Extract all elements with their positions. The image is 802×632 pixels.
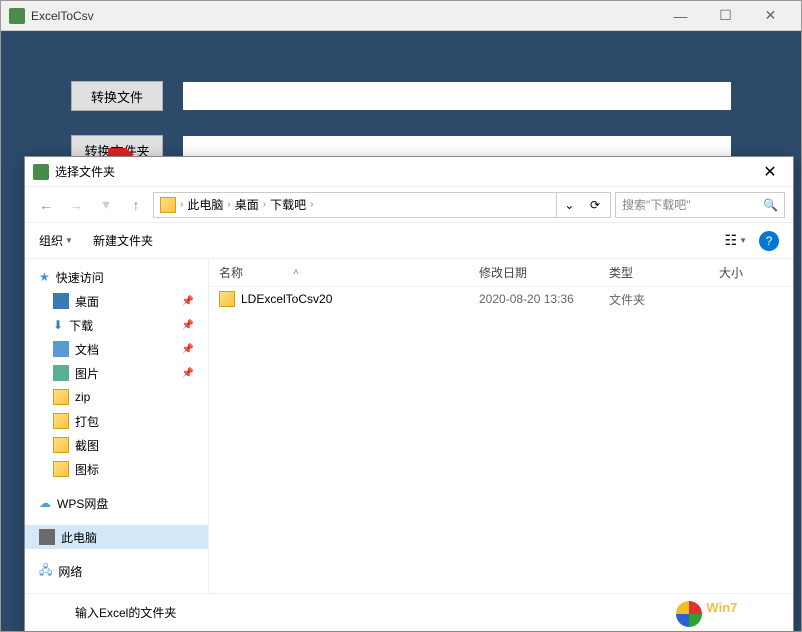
sidebar-item-downloads[interactable]: ⬇ 下载 📌 <box>25 313 208 337</box>
search-icon: 🔍 <box>763 198 778 212</box>
dialog-titlebar: 选择文件夹 ✕ <box>25 157 793 187</box>
cloud-icon: ☁ <box>39 496 51 510</box>
folder-icon <box>53 413 69 429</box>
chevron-down-icon: ▼ <box>65 236 73 245</box>
chevron-right-icon: › <box>227 199 230 210</box>
nav-forward-button[interactable]: → <box>63 192 89 218</box>
watermark: Win7系统之家 Www.Winwin7.com <box>676 600 792 628</box>
folder-icon <box>53 461 69 477</box>
nav-recent-button[interactable]: ▾ <box>93 192 119 218</box>
file-date: 2020-08-20 13:36 <box>469 292 599 306</box>
address-bar[interactable]: › 此电脑 › 桌面 › 下载吧 › ⌄ ⟳ <box>153 192 611 218</box>
pin-icon: 📌 <box>182 320 194 331</box>
sidebar-wps[interactable]: ☁ WPS网盘 <box>25 491 208 515</box>
sidebar-item-folder[interactable]: 图标 <box>25 457 208 481</box>
chevron-down-icon: ▼ <box>739 236 747 245</box>
app-body: 转换文件 转换文件夹 <box>1 31 801 165</box>
dialog-main: ★ 快速访问 桌面 📌 ⬇ 下载 📌 文档 📌 图片 📌 <box>25 259 793 593</box>
close-button[interactable]: ✕ <box>748 2 793 30</box>
sidebar-this-pc[interactable]: 此电脑 <box>25 525 208 549</box>
nav-up-button[interactable]: ↑ <box>123 192 149 218</box>
convert-file-row: 转换文件 <box>71 81 731 111</box>
window-controls: — ☐ ✕ <box>658 2 793 30</box>
dialog-icon <box>33 164 49 180</box>
breadcrumb-item[interactable]: 此电脑 <box>187 196 223 213</box>
sidebar-network[interactable]: 🖧 网络 <box>25 559 208 583</box>
file-path-input[interactable] <box>183 82 731 110</box>
maximize-button[interactable]: ☐ <box>703 2 748 30</box>
document-icon <box>53 341 69 357</box>
app-title: ExcelToCsv <box>31 9 658 23</box>
breadcrumb-item[interactable]: 下载吧 <box>270 196 306 213</box>
sort-indicator-icon: ˄ <box>293 267 299 278</box>
dialog-nav: ← → ▾ ↑ › 此电脑 › 桌面 › 下载吧 › ⌄ ⟳ 搜索"下载吧" 🔍 <box>25 187 793 223</box>
sidebar-item-desktop[interactable]: 桌面 📌 <box>25 289 208 313</box>
folder-icon <box>53 437 69 453</box>
file-name: LDExcelToCsv20 <box>241 292 332 306</box>
desktop-icon <box>53 293 69 309</box>
column-type[interactable]: 类型 <box>599 264 709 281</box>
column-size[interactable]: 大小 <box>709 264 769 281</box>
folder-icon <box>53 389 69 405</box>
pin-icon: 📌 <box>182 296 194 307</box>
sidebar-quick-access[interactable]: ★ 快速访问 <box>25 265 208 289</box>
search-placeholder: 搜索"下载吧" <box>622 196 691 213</box>
pc-icon <box>39 529 55 545</box>
breadcrumb-item[interactable]: 桌面 <box>235 196 259 213</box>
chevron-right-icon: › <box>310 199 313 210</box>
app-icon <box>9 8 25 24</box>
picture-icon <box>53 365 69 381</box>
view-options-button[interactable]: ☷ ▼ <box>725 232 747 249</box>
folder-icon <box>219 291 235 307</box>
sidebar-item-folder[interactable]: zip <box>25 385 208 409</box>
chevron-right-icon: › <box>263 199 266 210</box>
folder-dialog: 选择文件夹 ✕ ← → ▾ ↑ › 此电脑 › 桌面 › 下载吧 › ⌄ ⟳ 搜… <box>24 156 794 632</box>
folder-icon <box>160 197 176 213</box>
sidebar-item-pictures[interactable]: 图片 📌 <box>25 361 208 385</box>
sidebar-item-documents[interactable]: 文档 📌 <box>25 337 208 361</box>
watermark-text: Win7系统之家 Www.Winwin7.com <box>706 600 792 628</box>
column-headers: 名称 ˄ 修改日期 类型 大小 <box>209 259 793 287</box>
chevron-right-icon: › <box>180 199 183 210</box>
watermark-logo <box>676 601 702 627</box>
sidebar: ★ 快速访问 桌面 📌 ⬇ 下载 📌 文档 📌 图片 📌 <box>25 259 209 593</box>
address-dropdown-button[interactable]: ⌄ <box>556 193 582 217</box>
column-name[interactable]: 名称 ˄ <box>209 264 469 281</box>
download-icon: ⬇ <box>53 318 63 332</box>
network-icon: 🖧 <box>39 561 52 582</box>
file-area: 名称 ˄ 修改日期 类型 大小 LDExcelToCsv20 2020-08-2… <box>209 259 793 593</box>
new-folder-button[interactable]: 新建文件夹 <box>93 232 153 249</box>
minimize-button[interactable]: — <box>658 2 703 30</box>
convert-file-button[interactable]: 转换文件 <box>71 81 163 111</box>
pin-icon: 📌 <box>182 344 194 355</box>
file-list: LDExcelToCsv20 2020-08-20 13:36 文件夹 <box>209 287 793 593</box>
footer-label: 输入Excel的文件夹 <box>75 604 176 621</box>
help-button[interactable]: ? <box>759 231 779 251</box>
sidebar-item-folder[interactable]: 打包 <box>25 409 208 433</box>
sidebar-item-folder[interactable]: 截图 <box>25 433 208 457</box>
pin-icon: 📌 <box>182 368 194 379</box>
refresh-icon[interactable]: ⟳ <box>586 198 604 212</box>
column-date[interactable]: 修改日期 <box>469 264 599 281</box>
search-input[interactable]: 搜索"下载吧" 🔍 <box>615 192 785 218</box>
nav-back-button[interactable]: ← <box>33 192 59 218</box>
dialog-title: 选择文件夹 <box>55 163 755 180</box>
organize-button[interactable]: 组织 ▼ <box>39 232 73 249</box>
file-type: 文件夹 <box>599 291 709 308</box>
star-icon: ★ <box>39 270 50 284</box>
dialog-toolbar: 组织 ▼ 新建文件夹 ☷ ▼ ? <box>25 223 793 259</box>
file-row[interactable]: LDExcelToCsv20 2020-08-20 13:36 文件夹 <box>209 287 793 311</box>
dialog-close-button[interactable]: ✕ <box>755 158 785 186</box>
app-titlebar: ExcelToCsv — ☐ ✕ <box>1 1 801 31</box>
